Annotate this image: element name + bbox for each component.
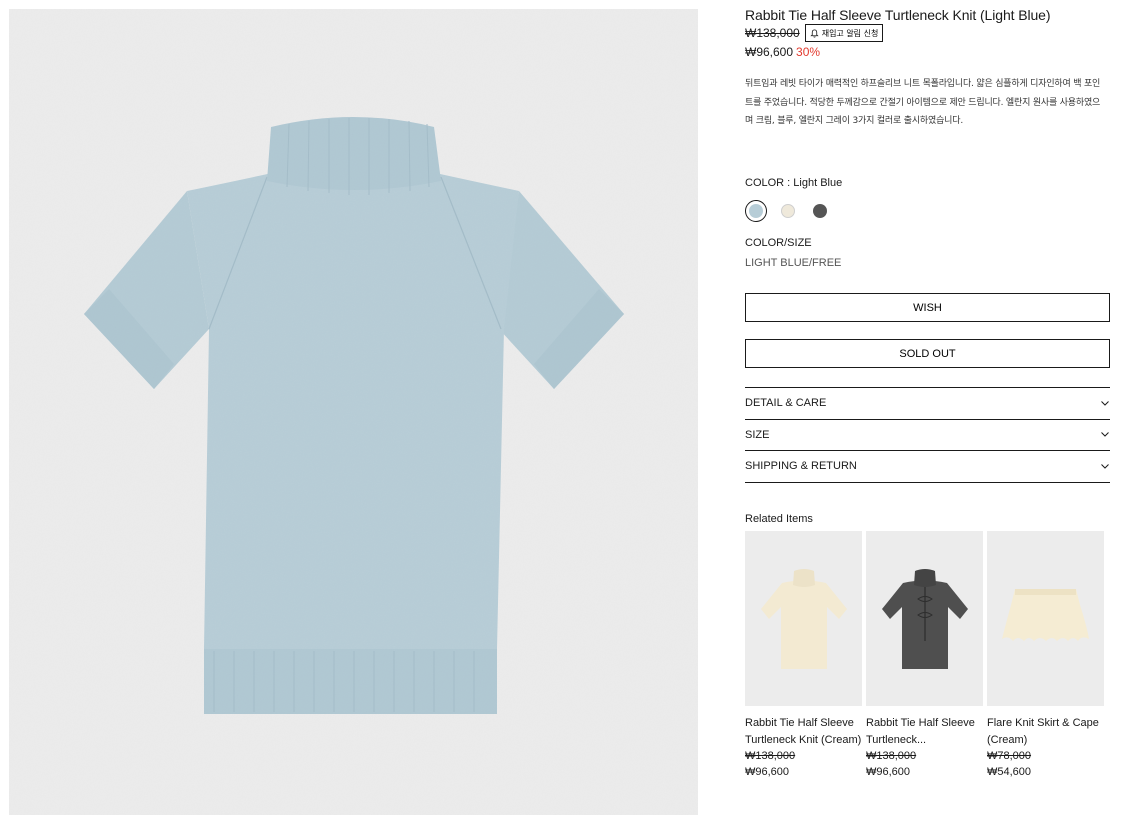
related-item-original-price: ₩138,000 <box>866 750 917 762</box>
size-label: COLOR/SIZE <box>745 237 812 249</box>
related-item-sale-price: ₩96,600 <box>866 766 911 778</box>
size-value: LIGHT BLUE/FREE <box>745 257 842 269</box>
sale-price-row: ₩96,600 30% <box>745 45 820 59</box>
chevron-down-icon <box>1100 461 1110 471</box>
related-item-image[interactable] <box>987 531 1104 706</box>
product-main-image[interactable] <box>9 9 698 815</box>
related-item-card[interactable]: Flare Knit Skirt & Cape (Cream) ₩78,000 … <box>987 531 1104 780</box>
swatch-color <box>749 204 763 218</box>
related-item-original-price: ₩138,000 <box>745 750 796 762</box>
accordion-label: SHIPPING & RETURN <box>745 460 857 473</box>
original-price: ₩138,000 <box>745 26 800 40</box>
accordion-shipping-return[interactable]: SHIPPING & RETURN <box>745 451 1110 483</box>
sold-out-button[interactable]: SOLD OUT <box>745 339 1110 368</box>
related-item-name[interactable]: Flare Knit Skirt & Cape (Cream) <box>987 715 1104 749</box>
related-items-list: Rabbit Tie Half Sleeve Turtleneck Knit (… <box>745 531 1104 780</box>
related-item-card[interactable]: Rabbit Tie Half Sleeve Turtleneck Knit (… <box>745 531 862 780</box>
accordion-label: SIZE <box>745 428 770 441</box>
related-item-image[interactable] <box>866 531 983 706</box>
related-item-name[interactable]: Rabbit Tie Half Sleeve Turtleneck... <box>866 715 983 749</box>
chevron-down-icon <box>1100 430 1110 440</box>
swatch-light-blue[interactable] <box>745 200 767 222</box>
related-item-original-price: ₩78,000 <box>987 750 1032 762</box>
related-item-card[interactable]: Rabbit Tie Half Sleeve Turtleneck... ₩13… <box>866 531 983 780</box>
swatch-color <box>781 204 795 218</box>
color-label: COLOR : Light Blue <box>745 177 843 189</box>
bell-icon <box>810 28 819 38</box>
swatch-color <box>813 204 827 218</box>
accordion-detail-care[interactable]: DETAIL & CARE <box>745 388 1110 420</box>
restock-alert-label: 재입고 알림 신청 <box>821 28 879 38</box>
accordion-size[interactable]: SIZE <box>745 420 1110 451</box>
related-items-title: Related Items <box>745 513 813 525</box>
info-accordion: DETAIL & CARE SIZE SHIPPING & RETURN <box>745 387 1110 483</box>
chevron-down-icon <box>1100 398 1110 408</box>
accordion-label: DETAIL & CARE <box>745 397 827 410</box>
wish-button[interactable]: WISH <box>745 293 1110 322</box>
sweater-image <box>84 117 624 714</box>
price-row: ₩138,000 재입고 알림 신청 <box>745 24 884 42</box>
restock-alert-button[interactable]: 재입고 알림 신청 <box>804 24 884 42</box>
related-item-sale-price: ₩96,600 <box>745 766 790 778</box>
swatch-gray[interactable] <box>809 200 831 222</box>
swatch-cream[interactable] <box>777 200 799 222</box>
related-item-name[interactable]: Rabbit Tie Half Sleeve Turtleneck Knit (… <box>745 715 862 749</box>
product-title: Rabbit Tie Half Sleeve Turtleneck Knit (… <box>745 7 1051 23</box>
related-item-image[interactable] <box>745 531 862 706</box>
related-item-sale-price: ₩54,600 <box>987 766 1032 778</box>
discount-badge: 30% <box>796 45 821 59</box>
color-swatches <box>745 200 831 222</box>
product-description: 뒤트임과 레빗 타이가 매력적인 하프슬리브 니트 목폴라입니다. 얇은 심플하… <box>745 79 1101 126</box>
sale-price: ₩96,600 <box>745 45 794 59</box>
